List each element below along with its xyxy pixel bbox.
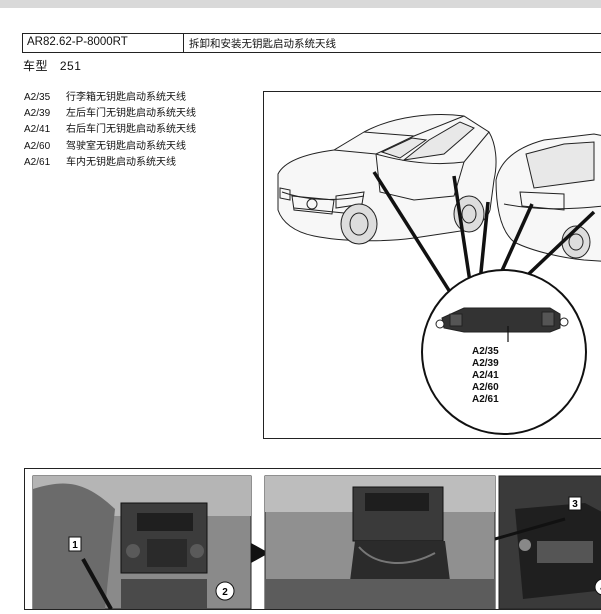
antenna-labels: A2/35 A2/39 A2/41 A2/60 A2/61 xyxy=(472,346,499,405)
antenna-label: A2/41 xyxy=(472,370,499,381)
document-header: AR82.62-P-8000RT 拆卸和安装无钥匙启动系统天线 xyxy=(22,33,601,53)
antenna-label: A2/39 xyxy=(472,358,499,369)
component-id: A2/61 xyxy=(24,156,51,168)
photo-2 xyxy=(264,475,496,610)
list-item: A2/61 车内无钥匙启动系统天线 xyxy=(24,155,196,171)
component-desc: 右后车门无钥匙启动系统天线 xyxy=(66,124,196,136)
photo-1: 1 2 xyxy=(32,475,252,610)
list-item: A2/35 行李箱无钥匙启动系统天线 xyxy=(24,90,196,106)
removal-steps-photos: 1 2 3 4 xyxy=(32,475,601,610)
component-id: A2/60 xyxy=(24,140,51,152)
model-label: 车型 xyxy=(23,59,49,73)
antenna-location-illustration: A2/35 A2/39 A2/41 A2/60 A2/61 xyxy=(277,114,601,435)
top-bar xyxy=(0,0,601,8)
antenna-label: A2/61 xyxy=(472,394,499,405)
component-desc: 行李箱无钥匙启动系统天线 xyxy=(66,92,186,103)
antenna-location-figure: A2/35 A2/39 A2/41 A2/60 A2/61 xyxy=(263,91,601,439)
model-line: 车型 251 xyxy=(23,57,81,74)
antenna-label: A2/35 xyxy=(472,346,499,357)
component-list: A2/35 行李箱无钥匙启动系统天线 A2/39 左后车门无钥匙启动系统天线 A2/… xyxy=(24,90,196,171)
callout-3: 3 xyxy=(572,499,578,510)
document-title: 拆卸和安装无钥匙启动系统天线 xyxy=(189,38,336,50)
list-item: A2/60 驾驶室无钥匙启动系统天线 xyxy=(24,139,196,155)
component-id: A2/41 xyxy=(24,124,51,136)
photo-3: 3 4 xyxy=(494,475,601,610)
component-desc: 左后车门无钥匙启动系统天线 xyxy=(66,108,196,120)
document-code: AR82.62-P-8000RT xyxy=(23,34,184,52)
component-desc: 驾驶室无钥匙启动系统天线 xyxy=(66,140,186,152)
antenna-label: A2/60 xyxy=(472,382,499,393)
list-item: A2/39 左后车门无钥匙启动系统天线 xyxy=(24,106,196,122)
component-id: A2/35 xyxy=(24,92,51,103)
removal-steps-figure: 1 2 3 4 xyxy=(24,468,601,610)
model-value: 251 xyxy=(59,59,82,73)
list-item: A2/41 右后车门无钥匙启动系统天线 xyxy=(24,122,196,138)
component-id: A2/39 xyxy=(24,108,51,120)
callout-1: 1 xyxy=(72,540,78,551)
component-desc: 车内无钥匙启动系统天线 xyxy=(66,156,176,168)
